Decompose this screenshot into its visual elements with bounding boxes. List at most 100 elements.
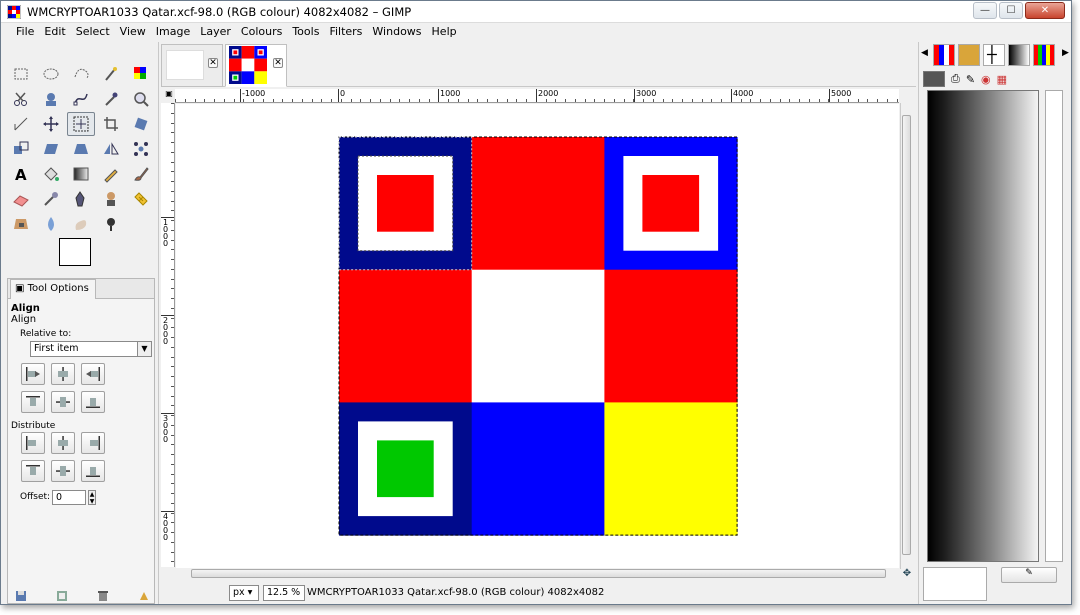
image-tab-2[interactable]: ✕: [225, 44, 287, 87]
tool-shear[interactable]: [37, 137, 65, 161]
quick-mask-corner-icon[interactable]: ▣: [163, 89, 175, 103]
foreground-color-swatch[interactable]: [59, 238, 91, 266]
tool-foreground-select[interactable]: [37, 87, 65, 111]
tool-bucket-fill[interactable]: [37, 162, 65, 186]
distribute-right-button[interactable]: [81, 432, 105, 454]
menu-windows[interactable]: Windows: [367, 23, 426, 42]
edit-brush-button[interactable]: ✎: [1001, 567, 1057, 583]
tool-move[interactable]: [37, 112, 65, 136]
align-middle-button[interactable]: [51, 391, 75, 413]
tool-paths[interactable]: [67, 87, 95, 111]
vertical-scroll-thumb[interactable]: [902, 115, 911, 555]
menu-tools[interactable]: Tools: [287, 23, 324, 42]
tab-gradients[interactable]: [1008, 44, 1030, 66]
horizontal-scrollbar[interactable]: [175, 568, 900, 580]
gradient-preview[interactable]: [927, 90, 1039, 562]
menu-filters[interactable]: Filters: [324, 23, 367, 42]
horizontal-ruler[interactable]: -1000 0 1000 2000 3000 4000 5000: [175, 89, 899, 103]
close-button[interactable]: ✕: [1025, 2, 1065, 19]
tool-paintbrush[interactable]: [127, 162, 155, 186]
fg-bg-color-widget[interactable]: [59, 238, 105, 274]
paintbrush-icon[interactable]: ✎: [966, 73, 975, 86]
tool-clone[interactable]: [97, 187, 125, 211]
tool-rect-select[interactable]: [7, 62, 35, 86]
tab-palettes[interactable]: [1033, 44, 1055, 66]
close-icon[interactable]: ✕: [208, 58, 218, 68]
horizontal-scroll-thumb[interactable]: [191, 569, 886, 578]
tool-free-select[interactable]: [67, 62, 95, 86]
image-canvas[interactable]: [176, 104, 899, 568]
tool-blend[interactable]: [67, 162, 95, 186]
distribute-left-button[interactable]: [21, 432, 45, 454]
tool-flip[interactable]: [97, 137, 125, 161]
distribute-top-button[interactable]: [21, 460, 45, 482]
offset-spinner[interactable]: ▲ ▼: [88, 490, 96, 505]
tab-tool-options[interactable]: ▣ Tool Options: [10, 279, 96, 299]
align-left-edge-button[interactable]: [21, 363, 45, 385]
maximize-button[interactable]: ☐: [999, 2, 1023, 19]
printer-icon[interactable]: ⎙: [951, 72, 960, 86]
tool-scale[interactable]: [7, 137, 35, 161]
save-options-icon[interactable]: [15, 590, 27, 602]
tool-perspective[interactable]: [67, 137, 95, 161]
tool-rotate[interactable]: [127, 112, 155, 136]
navigate-icon[interactable]: ✥: [901, 568, 913, 580]
close-icon[interactable]: ✕: [273, 58, 283, 68]
tool-ellipse-select[interactable]: [37, 62, 65, 86]
tab-tool-presets[interactable]: [923, 71, 945, 87]
tool-color-picker[interactable]: [97, 87, 125, 111]
tab-patterns[interactable]: [958, 44, 980, 66]
menu-image[interactable]: Image: [151, 23, 195, 42]
tool-airbrush[interactable]: [37, 187, 65, 211]
menu-view[interactable]: View: [115, 23, 151, 42]
restore-options-icon[interactable]: [56, 590, 68, 602]
palette-icon[interactable]: ◉: [981, 73, 991, 86]
image-tab-1[interactable]: ✕: [161, 44, 223, 87]
menu-select[interactable]: Select: [71, 23, 115, 42]
tool-dodge-burn[interactable]: [97, 212, 125, 236]
tool-perspective-clone[interactable]: [7, 212, 35, 236]
tool-eraser[interactable]: [7, 187, 35, 211]
align-center-button[interactable]: [51, 363, 75, 385]
align-right-edge-button[interactable]: [81, 363, 105, 385]
dock-scroll-left-icon[interactable]: ◀: [921, 48, 928, 58]
tab-images[interactable]: [933, 44, 955, 66]
distribute-center-button[interactable]: [51, 432, 75, 454]
vertical-scrollbar[interactable]: [900, 103, 912, 569]
tool-scissors-select[interactable]: [7, 87, 35, 111]
vertical-ruler[interactable]: 1000 2000 3000 4000: [161, 103, 175, 567]
tool-text[interactable]: A: [7, 162, 35, 186]
brush-preview[interactable]: [923, 567, 987, 601]
relative-to-select[interactable]: First item ▼: [30, 341, 152, 357]
tool-blur[interactable]: [37, 212, 65, 236]
menu-file[interactable]: File: [11, 23, 39, 42]
delete-options-icon[interactable]: [97, 590, 109, 602]
tool-select-by-color[interactable]: [127, 62, 155, 86]
align-top-edge-button[interactable]: [21, 391, 45, 413]
tool-fuzzy-select[interactable]: [97, 62, 125, 86]
tool-measure[interactable]: [7, 112, 35, 136]
tool-crop[interactable]: [97, 112, 125, 136]
menu-colours[interactable]: Colours: [236, 23, 287, 42]
offset-input[interactable]: 0: [52, 490, 86, 505]
tab-brushes[interactable]: ┼: [983, 44, 1005, 66]
reset-options-icon[interactable]: [138, 590, 150, 602]
tool-pencil[interactable]: [97, 162, 125, 186]
tool-cage-transform[interactable]: [127, 137, 155, 161]
menu-edit[interactable]: Edit: [39, 23, 70, 42]
zoom-select[interactable]: 12.5 %: [263, 585, 305, 601]
distribute-bottom-button[interactable]: [81, 460, 105, 482]
colors-icon[interactable]: ▦: [997, 73, 1007, 86]
menu-layer[interactable]: Layer: [195, 23, 236, 42]
tool-heal[interactable]: [127, 187, 155, 211]
distribute-middle-button[interactable]: [51, 460, 75, 482]
align-bottom-edge-button[interactable]: [81, 391, 105, 413]
tool-ink[interactable]: [67, 187, 95, 211]
menu-help[interactable]: Help: [427, 23, 462, 42]
dock-scroll-right-icon[interactable]: ▶: [1062, 48, 1069, 58]
tool-align[interactable]: [67, 112, 95, 136]
unit-select[interactable]: px ▾: [229, 585, 259, 601]
tool-zoom[interactable]: [127, 87, 155, 111]
tool-smudge[interactable]: [67, 212, 95, 236]
minimize-button[interactable]: —: [973, 2, 997, 19]
